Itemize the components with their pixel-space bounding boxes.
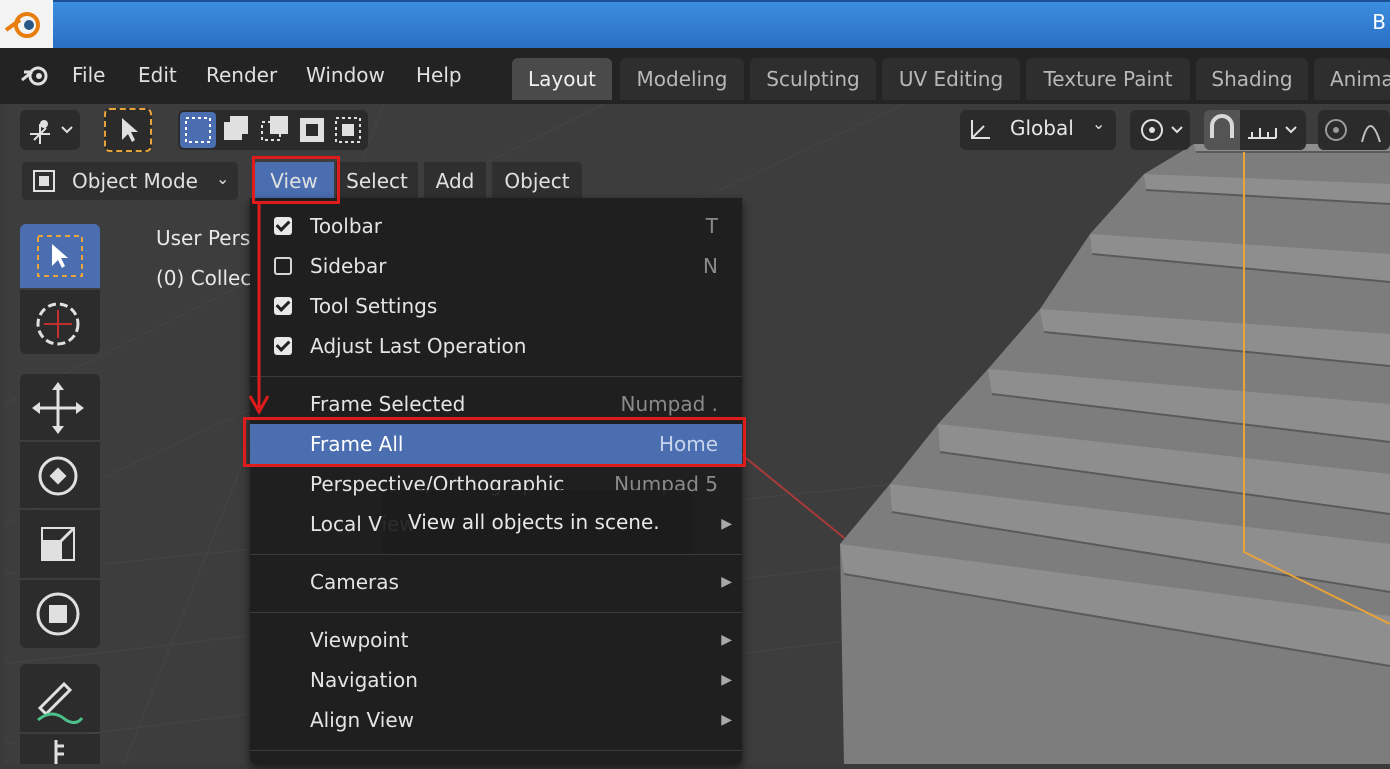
menu-item-toolbar[interactable]: Toolbar T [250,206,742,246]
tooltip-text: View all objects in scene. [408,510,660,534]
menu-add[interactable]: Add [424,162,486,200]
tool-cursor[interactable] [20,290,100,354]
tool-select-box[interactable] [20,224,100,288]
tab-modeling[interactable]: Modeling [620,58,744,100]
view-menu-dropdown: Toolbar T Sidebar N Tool Settings Adjust… [250,198,742,764]
menu-object[interactable]: Object [492,162,582,200]
orientation-label: Global [1010,116,1074,140]
checkbox-checked-icon[interactable] [274,337,292,355]
menu-window[interactable]: Window [306,58,385,92]
tab-shading[interactable]: Shading [1196,58,1308,100]
tab-uv-editing[interactable]: UV Editing [882,58,1020,100]
menu-render[interactable]: Render [206,58,277,92]
select-tool-button[interactable] [104,108,152,152]
cursor-3d-icon [36,302,80,346]
menu-item-viewpoint[interactable]: Viewpoint ▶ [250,620,742,660]
menu-separator [250,554,742,555]
measure-ruler-icon [54,740,64,764]
submenu-arrow-icon: ▶ [721,632,732,648]
menu-help[interactable]: Help [416,58,462,92]
proportional-edit-icon [1325,119,1381,143]
move-arrows-icon [32,382,84,434]
menu-item-label: Viewpoint [310,628,409,652]
cursor-arrow-icon [122,118,138,142]
transform-orientation-dropdown[interactable]: Global ⌄ [960,110,1116,150]
menu-separator [250,750,742,751]
mode-label: Object Mode [72,169,198,193]
tool-move[interactable] [20,374,100,440]
tab-sculpting[interactable]: Sculpting [750,58,876,100]
checkbox-checked-icon[interactable] [274,217,292,235]
annotation-view-highlight [252,156,340,204]
transform-pivot-dropdown[interactable] [20,110,80,150]
shortcut-label: T [705,214,718,238]
menu-item-sidebar[interactable]: Sidebar N [250,246,742,286]
object-mode-dropdown[interactable]: Object Mode ⌄ [22,162,238,200]
orientation-axes-icon [971,120,990,139]
menu-separator [250,612,742,613]
pivot-point-dropdown[interactable] [1130,110,1190,150]
snap-increment-icon [1248,126,1297,139]
menu-item-tool-settings[interactable]: Tool Settings [250,286,742,326]
menu-item-cameras[interactable]: Cameras ▶ [250,562,742,602]
object-mode-icon [33,170,55,192]
tool-measure[interactable] [20,734,100,764]
menu-item-navigation[interactable]: Navigation ▶ [250,660,742,700]
select-new-icon[interactable] [180,112,216,148]
select-subtract-icon[interactable] [256,112,292,148]
tool-annotate[interactable] [20,664,100,732]
select-extend-icon[interactable] [218,112,254,148]
chevron-down-icon: ⌄ [1092,114,1106,133]
submenu-arrow-icon: ▶ [721,574,732,590]
rotate-icon [38,456,78,496]
menu-item-label: Align View [310,708,414,732]
annotation-arrow-icon [248,204,270,416]
select-box-icon [37,235,83,277]
title-bar [0,0,1390,48]
transform-icon [36,592,80,636]
tool-scale[interactable] [20,510,100,578]
select-invert-icon[interactable] [294,112,330,148]
menu-item-label: Tool Settings [310,294,438,318]
menu-item-label: Sidebar [310,254,387,278]
pivot-point-icon [1141,119,1183,141]
menu-separator [250,376,742,377]
blender-logo-icon [0,0,53,48]
submenu-arrow-icon: ▶ [721,712,732,728]
checkbox-checked-icon[interactable] [274,297,292,315]
menu-file[interactable]: File [72,58,105,92]
menu-select[interactable]: Select [336,162,418,200]
scale-icon [41,526,76,561]
snap-target-dropdown[interactable] [1240,110,1306,150]
menu-item-label: Adjust Last Operation [310,334,527,358]
submenu-arrow-icon: ▶ [721,672,732,688]
tab-texture-paint[interactable]: Texture Paint [1026,58,1190,100]
staircase-mesh [840,144,1390,764]
menu-item-label: Navigation [310,668,418,692]
tool-transform[interactable] [20,580,100,648]
submenu-arrow-icon: ▶ [721,516,732,532]
tab-layout[interactable]: Layout [512,58,612,100]
shortcut-label: N [703,254,718,278]
select-intersect-icon[interactable] [330,112,366,148]
menu-item-align-view[interactable]: Align View ▶ [250,700,742,740]
blender-menu-icon[interactable] [18,58,54,92]
tooltip: View all objects in scene. [382,490,692,554]
proportional-edit-group[interactable] [1318,110,1390,150]
menu-item-label: Toolbar [310,214,383,238]
tool-rotate[interactable] [20,442,100,508]
chevron-down-icon: ⌄ [216,169,230,188]
pivot-icon [30,120,73,144]
checkbox-unchecked-icon[interactable] [274,257,292,275]
window-title: B [1372,10,1386,34]
tab-animation[interactable]: Anima [1314,58,1390,100]
menu-item-adjust-last-operation[interactable]: Adjust Last Operation [250,326,742,366]
menu-edit[interactable]: Edit [138,58,177,92]
snap-toggle-icon[interactable] [1204,110,1240,150]
menu-item-label: Cameras [310,570,399,594]
annotation-frame-all-highlight [243,417,746,467]
annotate-pencil-icon [37,681,84,725]
